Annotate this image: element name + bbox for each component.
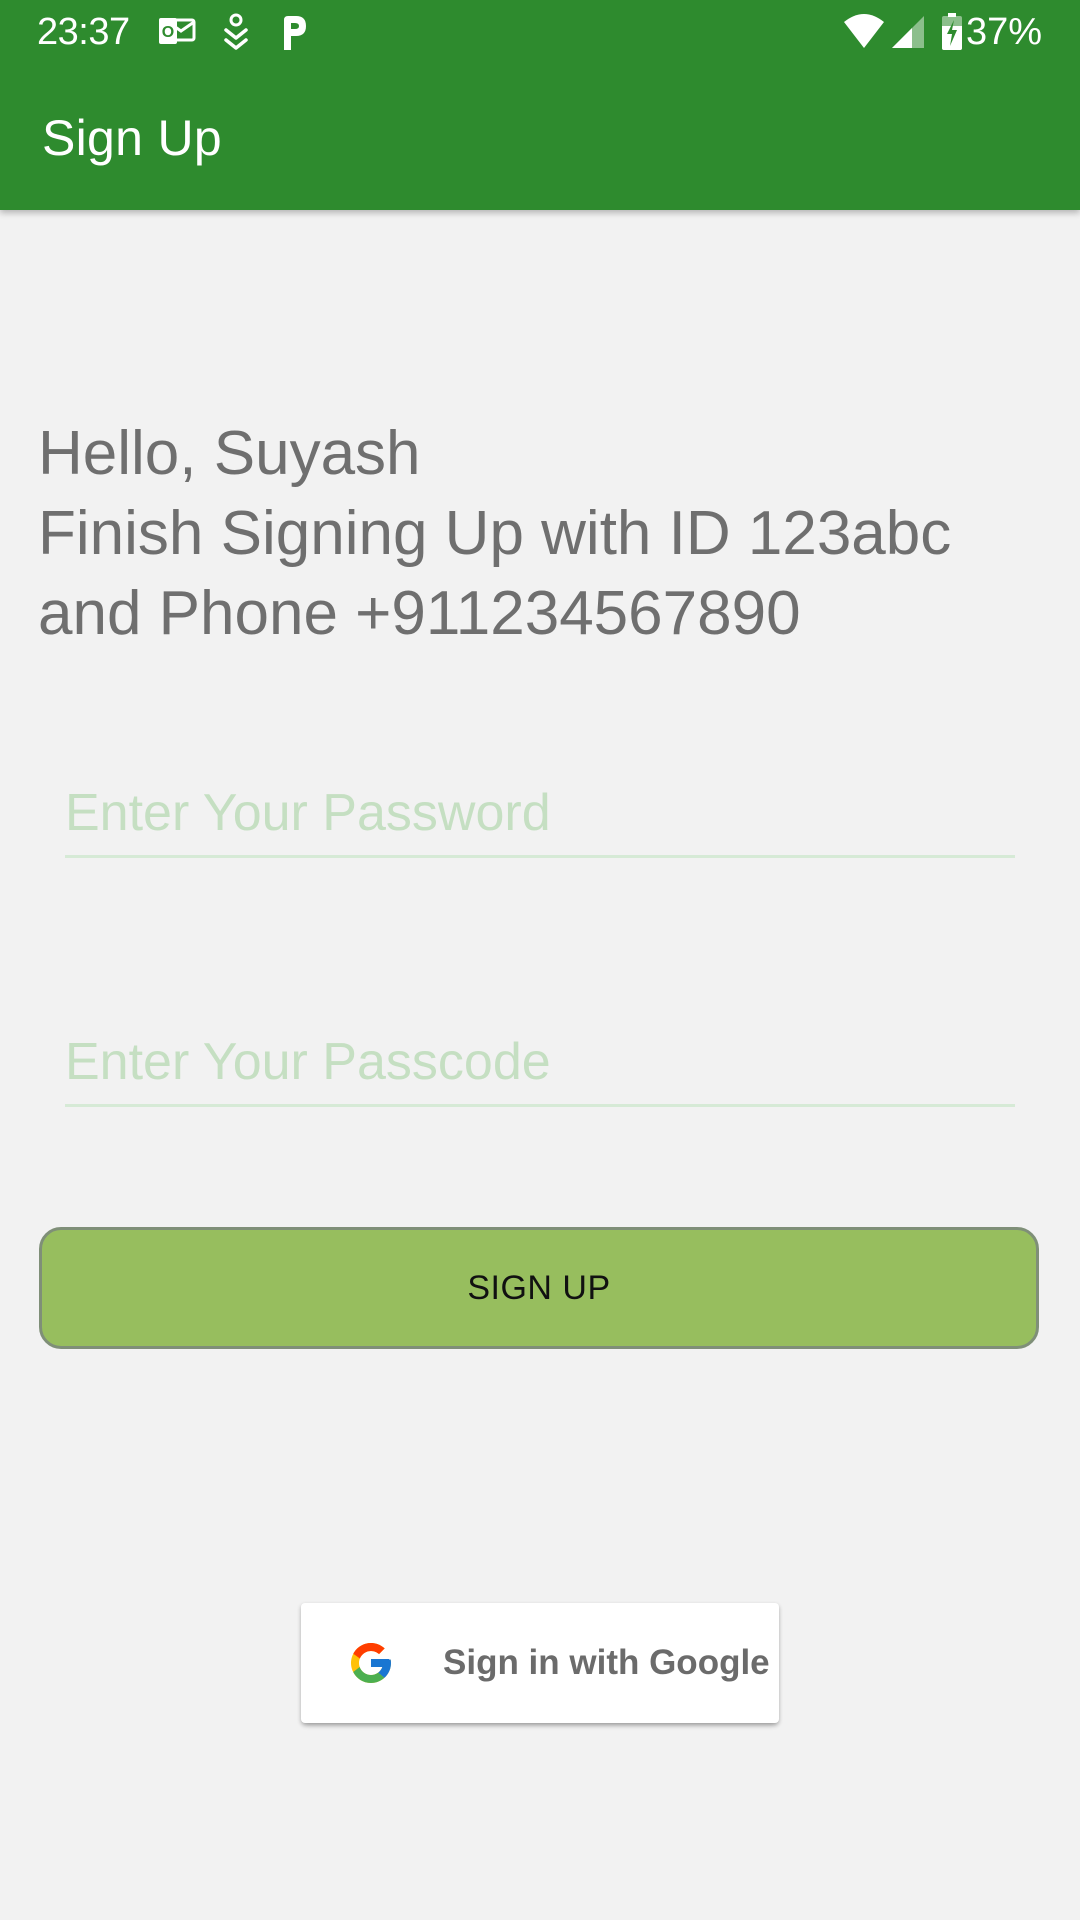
google-logo-icon (351, 1643, 391, 1683)
greeting-line-phone: and Phone +911234567890 (38, 579, 801, 648)
password-field[interactable] (65, 775, 1015, 858)
google-sign-in-label: Sign in with Google (443, 1643, 770, 1682)
battery-percent: 37% (965, 11, 1042, 53)
google-sign-in-button[interactable]: Sign in with Google (301, 1603, 779, 1723)
battery-charging-icon (942, 13, 962, 50)
sign-up-button-label: SIGN UP (467, 1268, 611, 1307)
passcode-field[interactable] (65, 1024, 1015, 1107)
greeting-text: Hello, Suyash Finish Signing Up with ID … (38, 414, 1048, 654)
passcode-input[interactable] (65, 1024, 1015, 1100)
password-input[interactable] (65, 775, 1015, 851)
greeting-line-id: Finish Signing Up with ID 123abc (38, 499, 952, 568)
app-bar: 23:37 O 37% Sign Up (0, 0, 1080, 210)
download-icon (224, 13, 248, 50)
paytm-icon (284, 16, 306, 50)
outlook-icon: O (159, 18, 196, 44)
status-time: 23:37 (37, 11, 130, 53)
greeting-line-name: Hello, Suyash (38, 419, 421, 488)
sign-up-screen: 23:37 O 37% Sign Up Hello, Suyash Finish… (0, 0, 1080, 1920)
status-bar: 23:37 O 37% (0, 0, 1080, 64)
svg-text:O: O (162, 24, 174, 41)
wifi-icon (844, 14, 884, 48)
signal-icon (892, 16, 924, 48)
sign-up-button[interactable]: SIGN UP (39, 1227, 1039, 1349)
page-title: Sign Up (42, 110, 222, 166)
